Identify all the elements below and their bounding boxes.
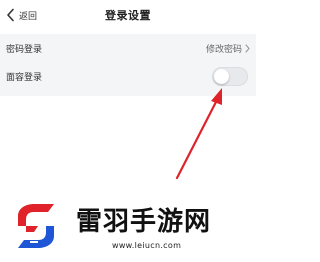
password-login-row[interactable]: 密码登录 修改密码 — [0, 34, 256, 62]
settings-list: 密码登录 修改密码 面容登录 — [0, 34, 256, 96]
header-bar: 返回 登录设置 — [0, 0, 256, 30]
face-login-label: 面容登录 — [6, 73, 43, 83]
face-login-row: 面容登录 — [0, 62, 256, 90]
site-logo-icon — [18, 204, 54, 248]
site-name: 雷羽手游网 — [76, 207, 212, 237]
change-password-label: 修改密码 — [205, 45, 242, 55]
page-title: 登录设置 — [105, 9, 151, 22]
toggle-knob — [214, 69, 229, 84]
site-url: www.leiucn.com — [112, 241, 182, 250]
face-login-toggle[interactable] — [212, 67, 248, 86]
password-login-label: 密码登录 — [6, 45, 43, 55]
change-password-link[interactable]: 修改密码 — [206, 42, 250, 55]
chevron-right-icon — [245, 44, 250, 53]
site-watermark: 雷羽手游网 www.leiucn.com — [4, 196, 254, 258]
